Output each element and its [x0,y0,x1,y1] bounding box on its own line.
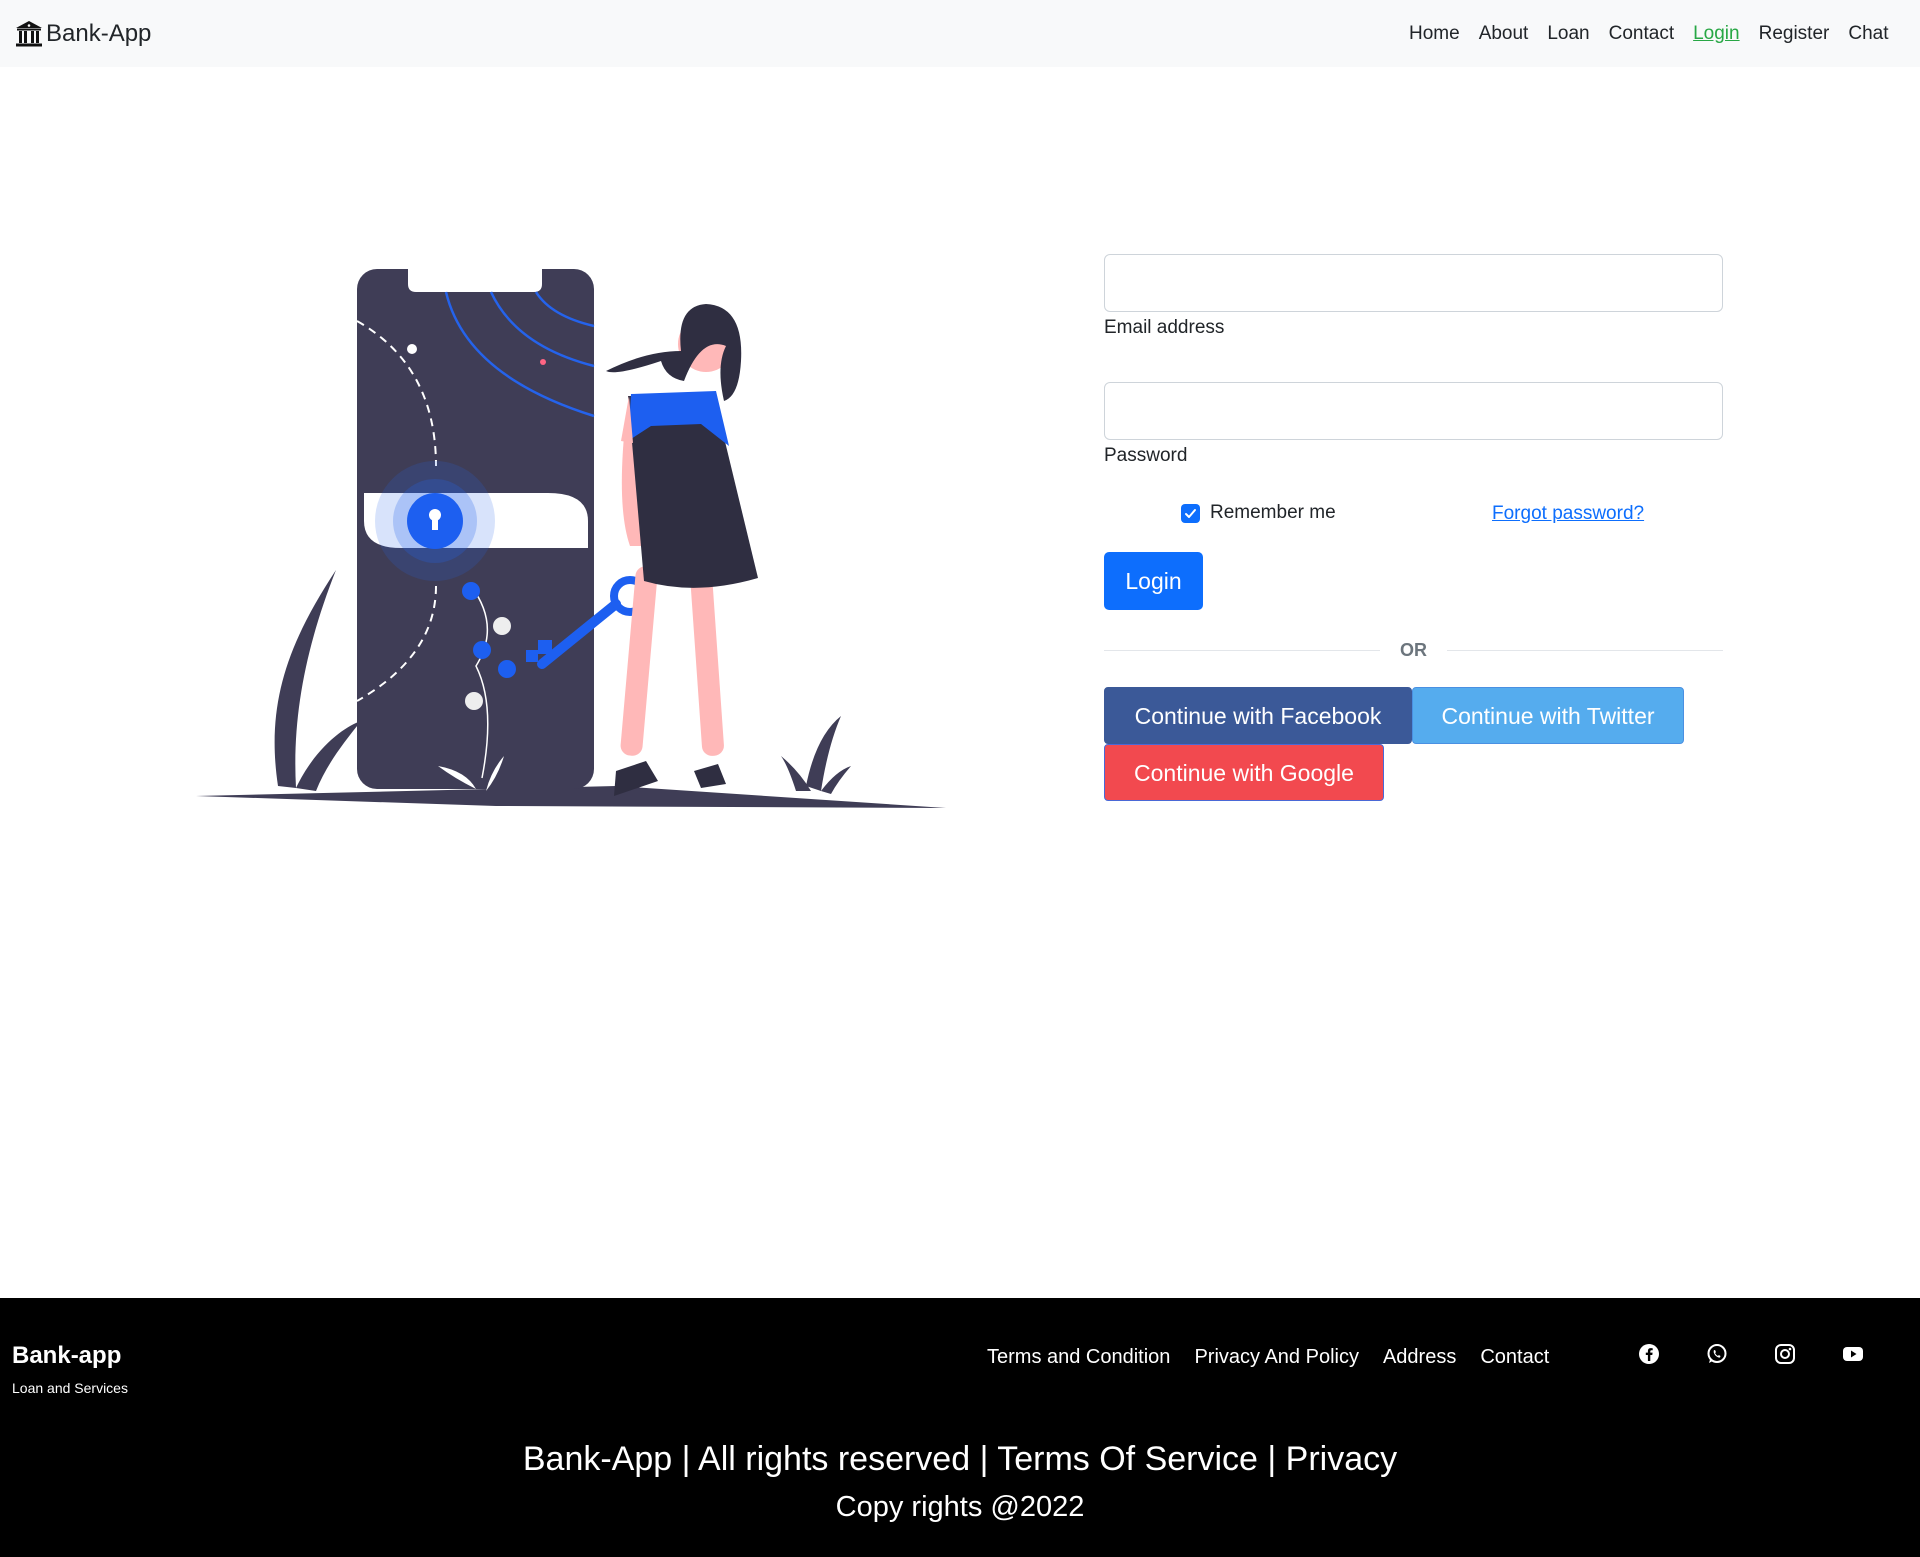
footer-tagline: Loan and Services [12,1380,128,1396]
remember-checkbox[interactable] [1181,503,1200,523]
nav-about[interactable]: About [1469,0,1538,67]
footer-terms-link[interactable]: Terms and Condition [987,1344,1194,1370]
footer: Bank-app Loan and Services Terms and Con… [0,1298,1920,1557]
email-field-group: Email address [1104,254,1723,340]
remember-label: Remember me [1210,502,1336,523]
footer-privacy-link[interactable]: Privacy And Policy [1194,1344,1383,1370]
email-label: Email address [1104,317,1225,338]
whatsapp-icon[interactable] [1706,1343,1728,1365]
nav-register[interactable]: Register [1749,0,1839,67]
bank-building-icon [16,21,42,47]
google-login-button[interactable]: Continue with Google [1104,744,1384,801]
login-button[interactable]: Login [1104,552,1203,610]
nav-home[interactable]: Home [1400,0,1470,67]
nav-contact[interactable]: Contact [1599,0,1683,67]
password-field-group: Password [1104,382,1723,468]
login-form: Email address Password Remember me Forgo… [1104,254,1723,801]
brand-name: Bank-App [46,20,152,47]
brand-link[interactable]: Bank-App [14,17,151,51]
footer-links: Terms and Condition Privacy And Policy A… [987,1344,1573,1370]
footer-address-link[interactable]: Address [1383,1344,1480,1370]
facebook-login-button[interactable]: Continue with Facebook [1104,687,1412,744]
email-input[interactable] [1104,254,1723,312]
footer-copyright: Copy rights @2022 [835,1491,1085,1523]
footer-rights: Bank-App | All rights reserved | Terms O… [522,1440,1398,1478]
check-icon [1185,508,1196,518]
social-login: Continue with Facebook Continue with Twit… [1104,687,1723,801]
password-label: Password [1104,445,1188,466]
footer-contact-link[interactable]: Contact [1480,1344,1573,1370]
nav-login[interactable]: Login [1684,0,1750,67]
nav-links: Home About Loan Contact Login Register C… [1400,0,1899,67]
instagram-icon[interactable] [1774,1343,1796,1365]
remember-me[interactable]: Remember me [1181,502,1336,524]
security-lock-key-illustration [196,269,946,808]
youtube-icon[interactable] [1842,1343,1864,1365]
facebook-icon[interactable] [1638,1343,1660,1365]
twitter-login-button[interactable]: Continue with Twitter [1412,687,1684,744]
divider-line-right [1447,650,1723,651]
footer-social-icons [1638,1343,1910,1365]
or-divider: OR [1104,640,1723,660]
forgot-password-link[interactable]: Forgot password? [1492,503,1644,525]
password-input[interactable] [1104,382,1723,440]
nav-chat[interactable]: Chat [1839,0,1898,67]
remember-row: Remember me Forgot password? [1104,492,1723,552]
footer-brand: Bank-app [12,1342,122,1369]
navbar: Bank-App Home About Loan Contact Login R… [0,0,1920,67]
nav-loan[interactable]: Loan [1538,0,1599,67]
